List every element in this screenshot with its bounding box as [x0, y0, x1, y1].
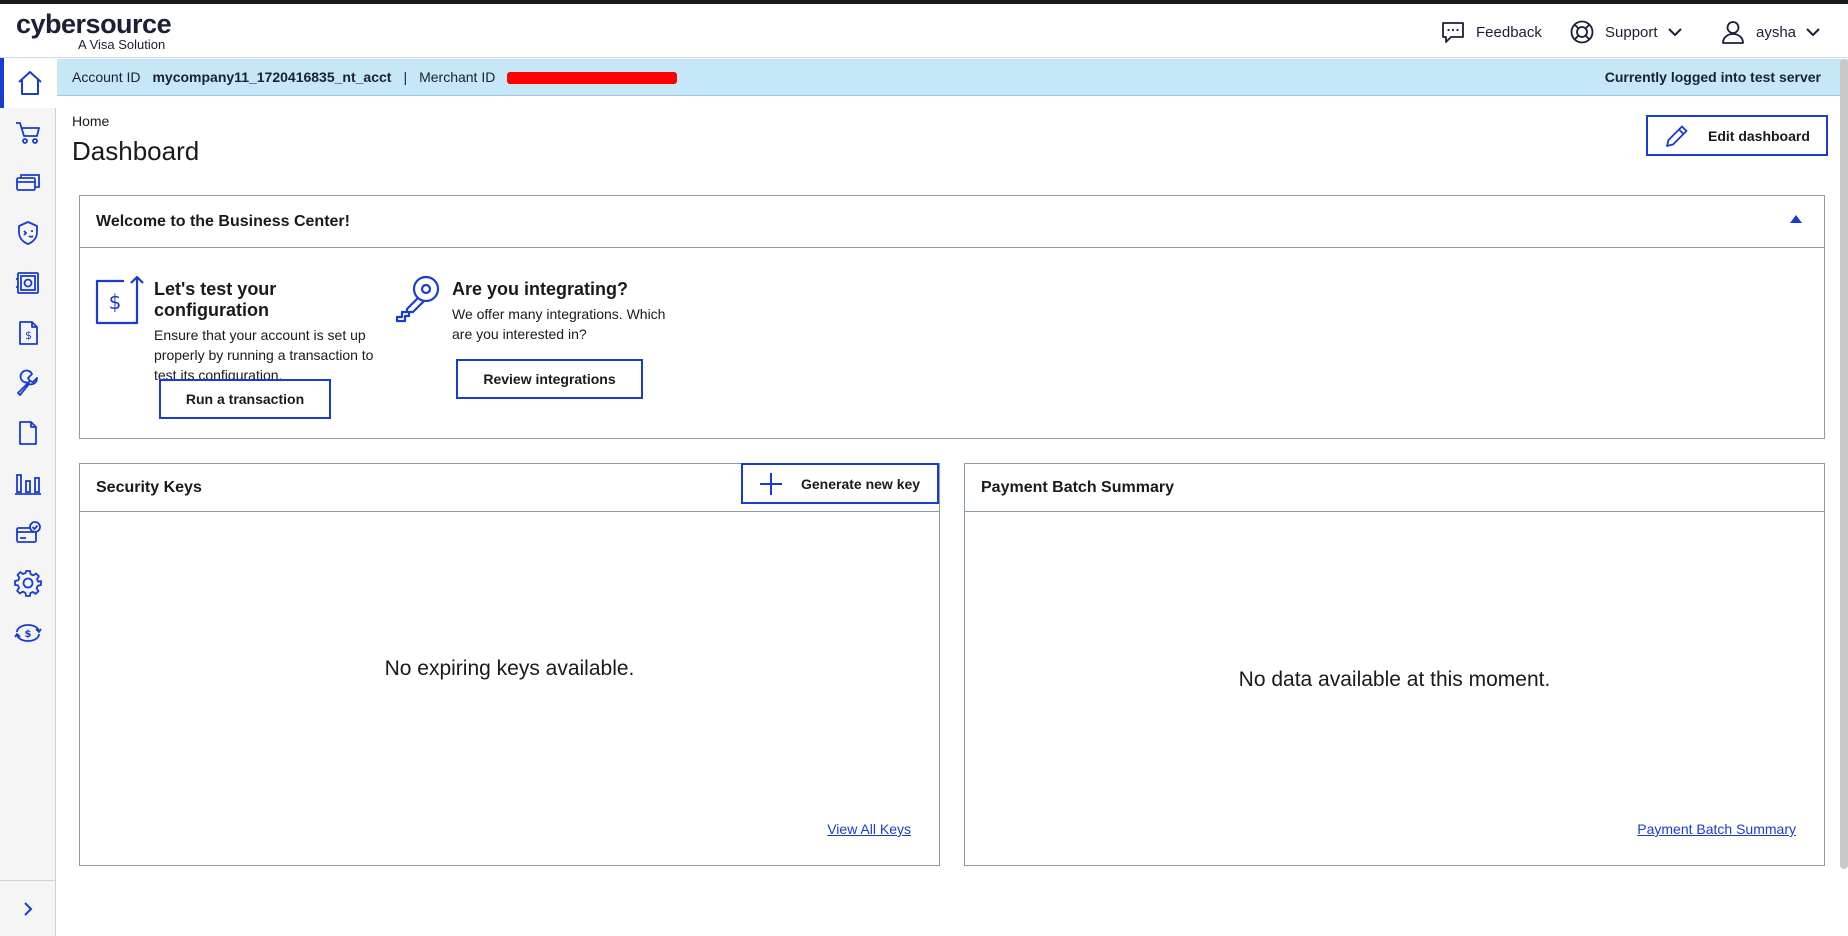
merchant-id-redaction [507, 72, 678, 84]
integrations-line-1: We offer many integrations. Which [452, 306, 666, 322]
chevron-right-icon [24, 901, 33, 916]
welcome-panel: Welcome to the Business Center! $ Let's … [79, 195, 1825, 439]
sidebar-item-reports[interactable] [0, 458, 56, 508]
feedback-label: Feedback [1476, 23, 1542, 41]
security-keys-empty-message: No expiring keys available. [384, 657, 635, 680]
sidebar-item-settings[interactable] [0, 558, 56, 608]
generate-key-button[interactable]: Generate new key [741, 463, 939, 504]
integrations-line-2: are you interested in? [452, 326, 587, 342]
gear-icon [14, 570, 42, 597]
server-status: Currently logged into test server [1604, 69, 1821, 85]
feedback-icon [1442, 22, 1464, 43]
user-name: aysha [1756, 23, 1797, 41]
sidebar-item-vault[interactable] [0, 258, 56, 308]
key-icon [395, 275, 440, 323]
svg-text:$: $ [25, 329, 32, 342]
run-transaction-button[interactable]: Run a transaction [159, 379, 331, 419]
payment-batch-header: Payment Batch Summary [965, 464, 1824, 512]
account-id-label: Account ID [72, 69, 141, 85]
info-separator: | [403, 69, 408, 85]
shield-icon [18, 221, 38, 245]
pencil-icon [1666, 125, 1688, 147]
brand-name: cybersource [16, 9, 172, 39]
welcome-header[interactable]: Welcome to the Business Center! [80, 196, 1824, 248]
svg-text:$: $ [25, 629, 32, 640]
top-header: cybersource A Visa Solution Feedback Sup… [0, 4, 1848, 58]
test-config-line-1: Ensure that your account is set up [154, 327, 366, 343]
sidebar-item-cart[interactable] [0, 108, 56, 158]
security-keys-header: Security Keys Generate new key [80, 463, 939, 512]
safe-icon [16, 272, 39, 294]
card-check-icon [16, 521, 41, 543]
sidebar-item-invoicing[interactable]: $ [0, 308, 56, 358]
security-keys-panel: Security Keys Generate new key No expiri… [79, 463, 940, 866]
currency-exchange-icon: $ [14, 624, 42, 642]
invoice-icon: $ [19, 321, 38, 345]
account-id-value: mycompany11_1720416835_nt_acct [152, 69, 392, 85]
svg-text:$: $ [109, 290, 122, 314]
account-info-bar: Account ID mycompany11_1720416835_nt_acc… [57, 59, 1848, 96]
page-title: Dashboard [72, 136, 200, 166]
cards-icon [16, 174, 40, 191]
cart-icon [16, 122, 40, 144]
generate-key-label: Generate new key [801, 475, 921, 492]
chevron-down-icon [1667, 28, 1682, 37]
sidebar-nav: $ $ [0, 58, 56, 936]
test-config-line-2: properly by running a transaction to [154, 347, 374, 363]
sidebar-item-documents[interactable] [0, 408, 56, 458]
feedback-button[interactable]: Feedback [1440, 18, 1542, 46]
payment-batch-empty-message: No data available at this moment. [1238, 668, 1551, 691]
payment-batch-panel: Payment Batch Summary No data available … [964, 463, 1825, 866]
test-config-card: Let's test your configuration Ensure tha… [154, 279, 394, 385]
review-integrations-button[interactable]: Review integrations [456, 359, 643, 399]
sidebar-expand-button[interactable] [0, 880, 56, 936]
breadcrumb[interactable]: Home [72, 113, 109, 129]
chevron-down-icon [1806, 28, 1820, 37]
integrations-card: Are you integrating? We offer many integ… [452, 279, 692, 344]
plus-icon [760, 472, 782, 495]
sidebar-item-tools[interactable] [0, 358, 56, 408]
sidebar-item-currency[interactable]: $ [0, 608, 56, 658]
home-icon [18, 71, 42, 95]
test-config-title: Let's test your configuration [154, 279, 277, 320]
brand-tagline: A Visa Solution [78, 37, 166, 52]
sidebar-item-cards[interactable] [0, 158, 56, 208]
reports-icon [15, 474, 41, 495]
dollar-upload-icon: $ [95, 275, 144, 325]
user-menu[interactable]: aysha [1720, 18, 1820, 46]
edit-dashboard-label: Edit dashboard [1708, 127, 1810, 144]
security-keys-title: Security Keys [96, 478, 202, 496]
document-icon [19, 421, 37, 445]
support-menu[interactable]: Support [1569, 18, 1682, 46]
payment-batch-title: Payment Batch Summary [981, 478, 1174, 496]
lifebuoy-icon [1570, 20, 1594, 44]
sidebar-item-fraud[interactable] [0, 208, 56, 258]
wrench-icon [17, 369, 38, 396]
merchant-id-label: Merchant ID [419, 69, 496, 85]
page-scrollbar[interactable] [1840, 59, 1848, 869]
support-label: Support [1605, 23, 1658, 41]
view-all-keys-link[interactable]: View All Keys [827, 821, 911, 837]
welcome-title: Welcome to the Business Center! [96, 212, 350, 230]
payment-batch-link[interactable]: Payment Batch Summary [1637, 821, 1796, 837]
user-icon [1722, 21, 1744, 44]
caret-up-icon[interactable] [1790, 215, 1802, 223]
edit-dashboard-button[interactable]: Edit dashboard [1646, 115, 1828, 156]
sidebar-item-payments[interactable] [0, 508, 56, 558]
brand-logo[interactable]: cybersource A Visa Solution [16, 9, 172, 52]
integrations-title: Are you integrating? [452, 279, 629, 299]
sidebar-item-home[interactable] [0, 58, 56, 108]
